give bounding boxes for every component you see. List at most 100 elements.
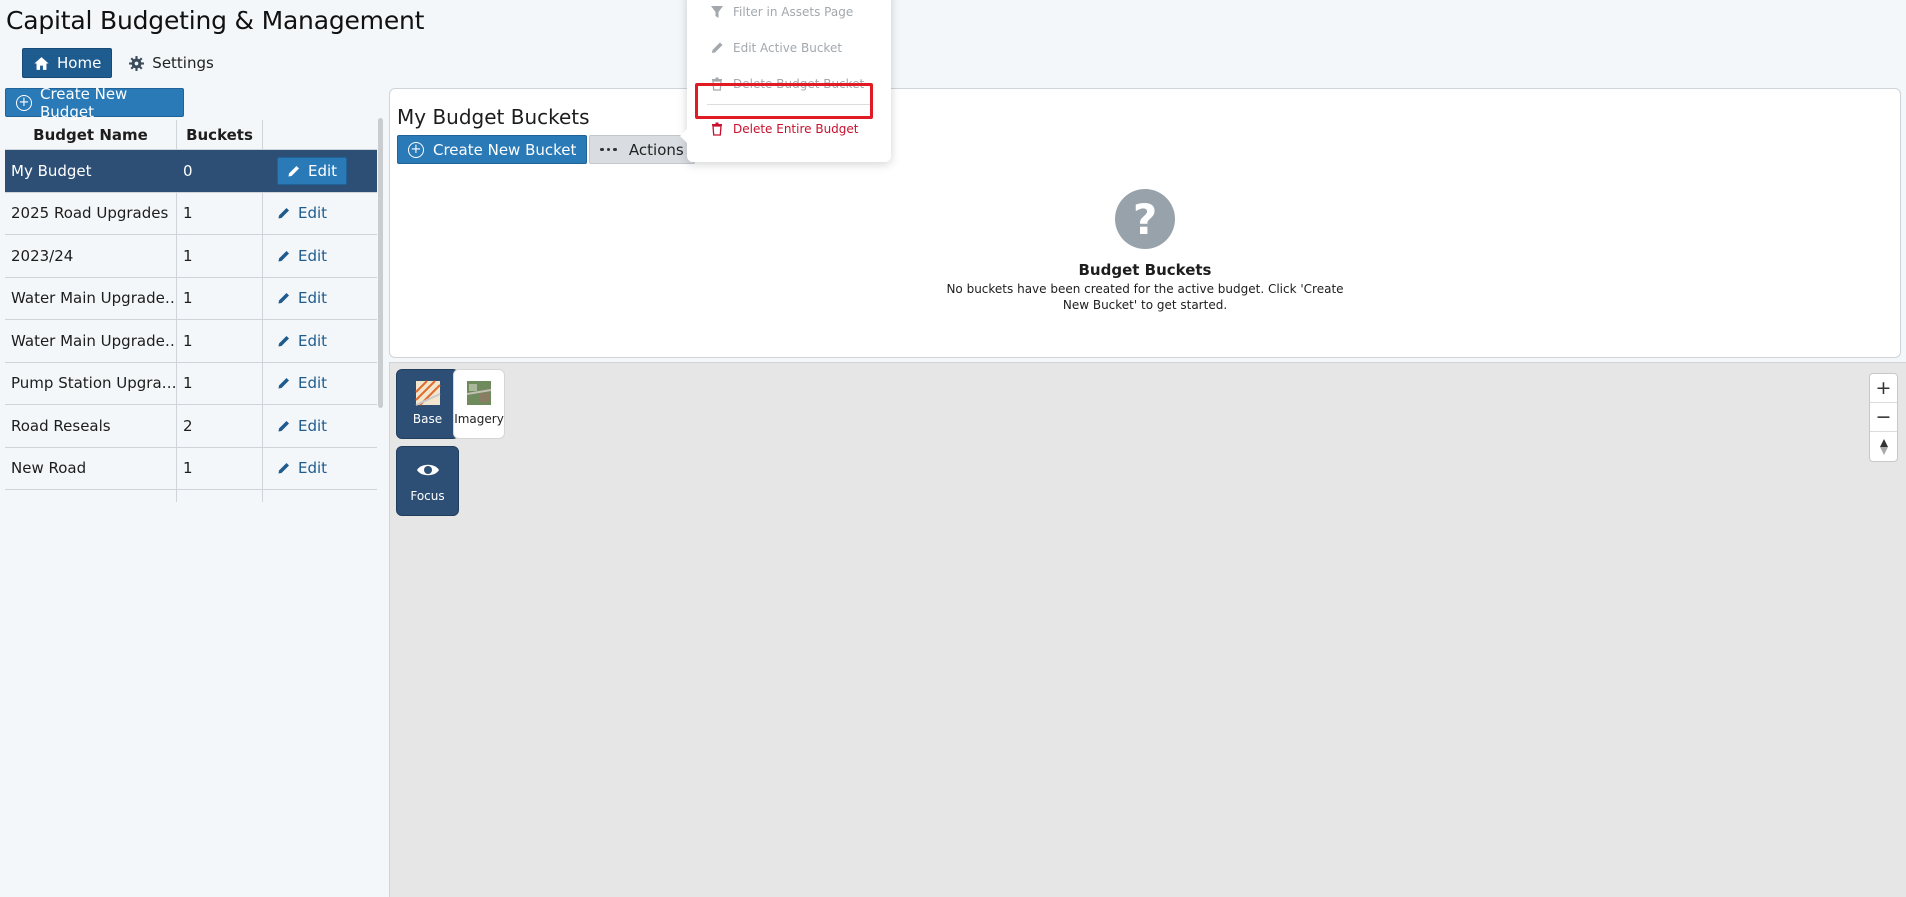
create-bucket-button[interactable]: + Create New Bucket xyxy=(397,135,588,164)
buckets-panel: My Budget Buckets + Create New Bucket Ac… xyxy=(389,88,1901,358)
buckets-toolbar: + Create New Bucket Actions xyxy=(397,135,695,164)
create-bucket-label: Create New Bucket xyxy=(433,140,577,159)
empty-state-message: No buckets have been created for the act… xyxy=(946,282,1344,312)
budget-name-cell: 2023/24 xyxy=(5,235,177,277)
menu-item-label: Delete Entire Budget xyxy=(733,122,859,136)
zoom-in-button[interactable]: + xyxy=(1870,374,1897,403)
budget-buckets-cell: 1 xyxy=(177,320,263,362)
basemap-base-tile[interactable]: Base xyxy=(396,369,459,439)
plus-circle-icon: + xyxy=(16,94,32,111)
budget-edit-cell: Edit xyxy=(263,193,377,235)
actions-label: Actions xyxy=(628,140,684,159)
gear-icon xyxy=(129,55,145,71)
budget-edit-cell: Edit xyxy=(263,448,377,490)
empty-state-title: Budget Buckets xyxy=(1078,261,1212,279)
budget-buckets-cell: 0 xyxy=(177,150,263,192)
home-icon xyxy=(34,56,49,70)
budget-edit-cell: Edit xyxy=(263,235,377,277)
budget-buckets-cell: 2 xyxy=(177,405,263,447)
table-row[interactable]: Water Main Upgrade… 1 Edit xyxy=(5,277,377,320)
app-title: Capital Budgeting & Management xyxy=(6,6,425,35)
budget-edit-cell: Edit xyxy=(263,363,377,405)
tile-base-label: Base xyxy=(412,412,443,426)
edit-label: Edit xyxy=(298,246,328,265)
create-budget-button[interactable]: + Create New Budget xyxy=(5,85,184,121)
menu-item-filter-assets[interactable]: Filter in Assets Page xyxy=(687,0,891,30)
tile-imagery-label: Imagery xyxy=(454,412,504,426)
budget-name-cell: Pump Station Upgra… xyxy=(5,362,177,404)
table-row[interactable]: 2023/24 1 Edit xyxy=(5,235,377,278)
edit-button[interactable]: Edit xyxy=(277,374,327,392)
budget-name-cell: Water Main Upgrade… xyxy=(5,320,177,362)
nav-home-button[interactable]: Home xyxy=(22,48,113,78)
map-view[interactable]: Base Imagery Focus + − xyxy=(389,362,1906,897)
highlight-box xyxy=(695,83,873,119)
edit-label: Edit xyxy=(298,331,328,350)
table-row[interactable]: My Budget 0 Edit xyxy=(5,150,377,193)
nav-settings-label: Settings xyxy=(152,54,214,72)
trash-icon xyxy=(712,122,722,136)
map-zoom-controls: + − xyxy=(1869,373,1898,462)
budget-buckets-cell: 1 xyxy=(177,235,263,277)
budget-edit-cell: Edit xyxy=(263,320,377,362)
column-header-buckets[interactable]: Buckets xyxy=(177,120,263,149)
pencil-icon xyxy=(278,420,289,432)
budget-name-cell: Water Main Upgrade… xyxy=(5,277,177,319)
edit-label: Edit xyxy=(298,374,328,393)
edit-label: Edit xyxy=(298,289,328,308)
table-row[interactable]: Water Main Upgrade… 1 Edit xyxy=(5,320,377,363)
budget-table: Budget Name Buckets My Budget 0 Edit 2025 R… xyxy=(5,120,377,502)
budget-name-cell: My Budget xyxy=(5,150,177,192)
column-header-name[interactable]: Budget Name xyxy=(5,120,177,149)
menu-item-label: Edit Active Bucket xyxy=(733,41,843,55)
budget-name-cell: New Road xyxy=(5,447,177,489)
edit-label: Edit xyxy=(298,204,328,223)
pencil-icon xyxy=(278,293,289,304)
filter-icon xyxy=(711,6,723,18)
map-imagery-icon xyxy=(466,381,492,405)
focus-tile[interactable]: Focus xyxy=(396,446,459,516)
edit-button[interactable]: Edit xyxy=(277,247,327,265)
budget-buckets-cell: 1 xyxy=(177,447,263,489)
zoom-out-button[interactable]: − xyxy=(1870,403,1897,432)
basemap-imagery-tile[interactable]: Imagery xyxy=(453,369,505,439)
ellipsis-icon xyxy=(600,147,617,152)
edit-button[interactable]: Edit xyxy=(277,417,327,435)
edit-button[interactable]: Edit xyxy=(277,459,327,477)
table-row[interactable]: New Road 1 Edit xyxy=(5,447,377,490)
nav-settings-button[interactable]: Settings xyxy=(118,48,224,78)
map-base-icon xyxy=(414,380,441,406)
pencil-icon xyxy=(712,42,723,53)
edit-button[interactable]: Edit xyxy=(277,156,348,185)
edit-label: Edit xyxy=(298,416,328,435)
compass-button[interactable] xyxy=(1870,432,1897,461)
table-row[interactable]: 2025 Road Upgrades 1 Edit xyxy=(5,192,377,235)
column-header-actions xyxy=(263,120,377,149)
tile-focus-label: Focus xyxy=(410,489,445,503)
question-icon: ? xyxy=(1115,189,1175,249)
create-budget-label: Create New Budget xyxy=(40,84,128,121)
budget-buckets-cell: 1 xyxy=(177,277,263,319)
pencil-icon xyxy=(278,378,289,389)
edit-button[interactable]: Edit xyxy=(277,332,327,350)
budget-table-tail xyxy=(5,490,377,502)
pencil-icon xyxy=(278,250,289,262)
actions-button[interactable]: Actions xyxy=(589,135,695,164)
budget-edit-cell: Edit xyxy=(263,150,377,192)
compass-icon xyxy=(1879,438,1888,455)
table-row[interactable]: Pump Station Upgra… 1 Edit xyxy=(5,362,377,405)
menu-item-edit-bucket[interactable]: Edit Active Bucket xyxy=(687,30,891,66)
sidebar-scrollbar[interactable] xyxy=(378,118,383,408)
edit-label: Edit xyxy=(298,459,328,478)
budget-edit-cell: Edit xyxy=(263,278,377,320)
edit-button[interactable]: Edit xyxy=(277,204,327,222)
pencil-icon xyxy=(288,165,299,177)
plus-circle-icon: + xyxy=(408,141,424,158)
table-row[interactable]: Road Reseals 2 Edit xyxy=(5,405,377,448)
main-nav: Home Settings xyxy=(22,48,224,78)
pencil-icon xyxy=(278,208,289,219)
budget-name-cell: 2025 Road Upgrades xyxy=(5,192,177,234)
buckets-panel-title: My Budget Buckets xyxy=(397,105,590,129)
edit-button[interactable]: Edit xyxy=(277,289,327,307)
budget-buckets-cell: 1 xyxy=(177,362,263,404)
